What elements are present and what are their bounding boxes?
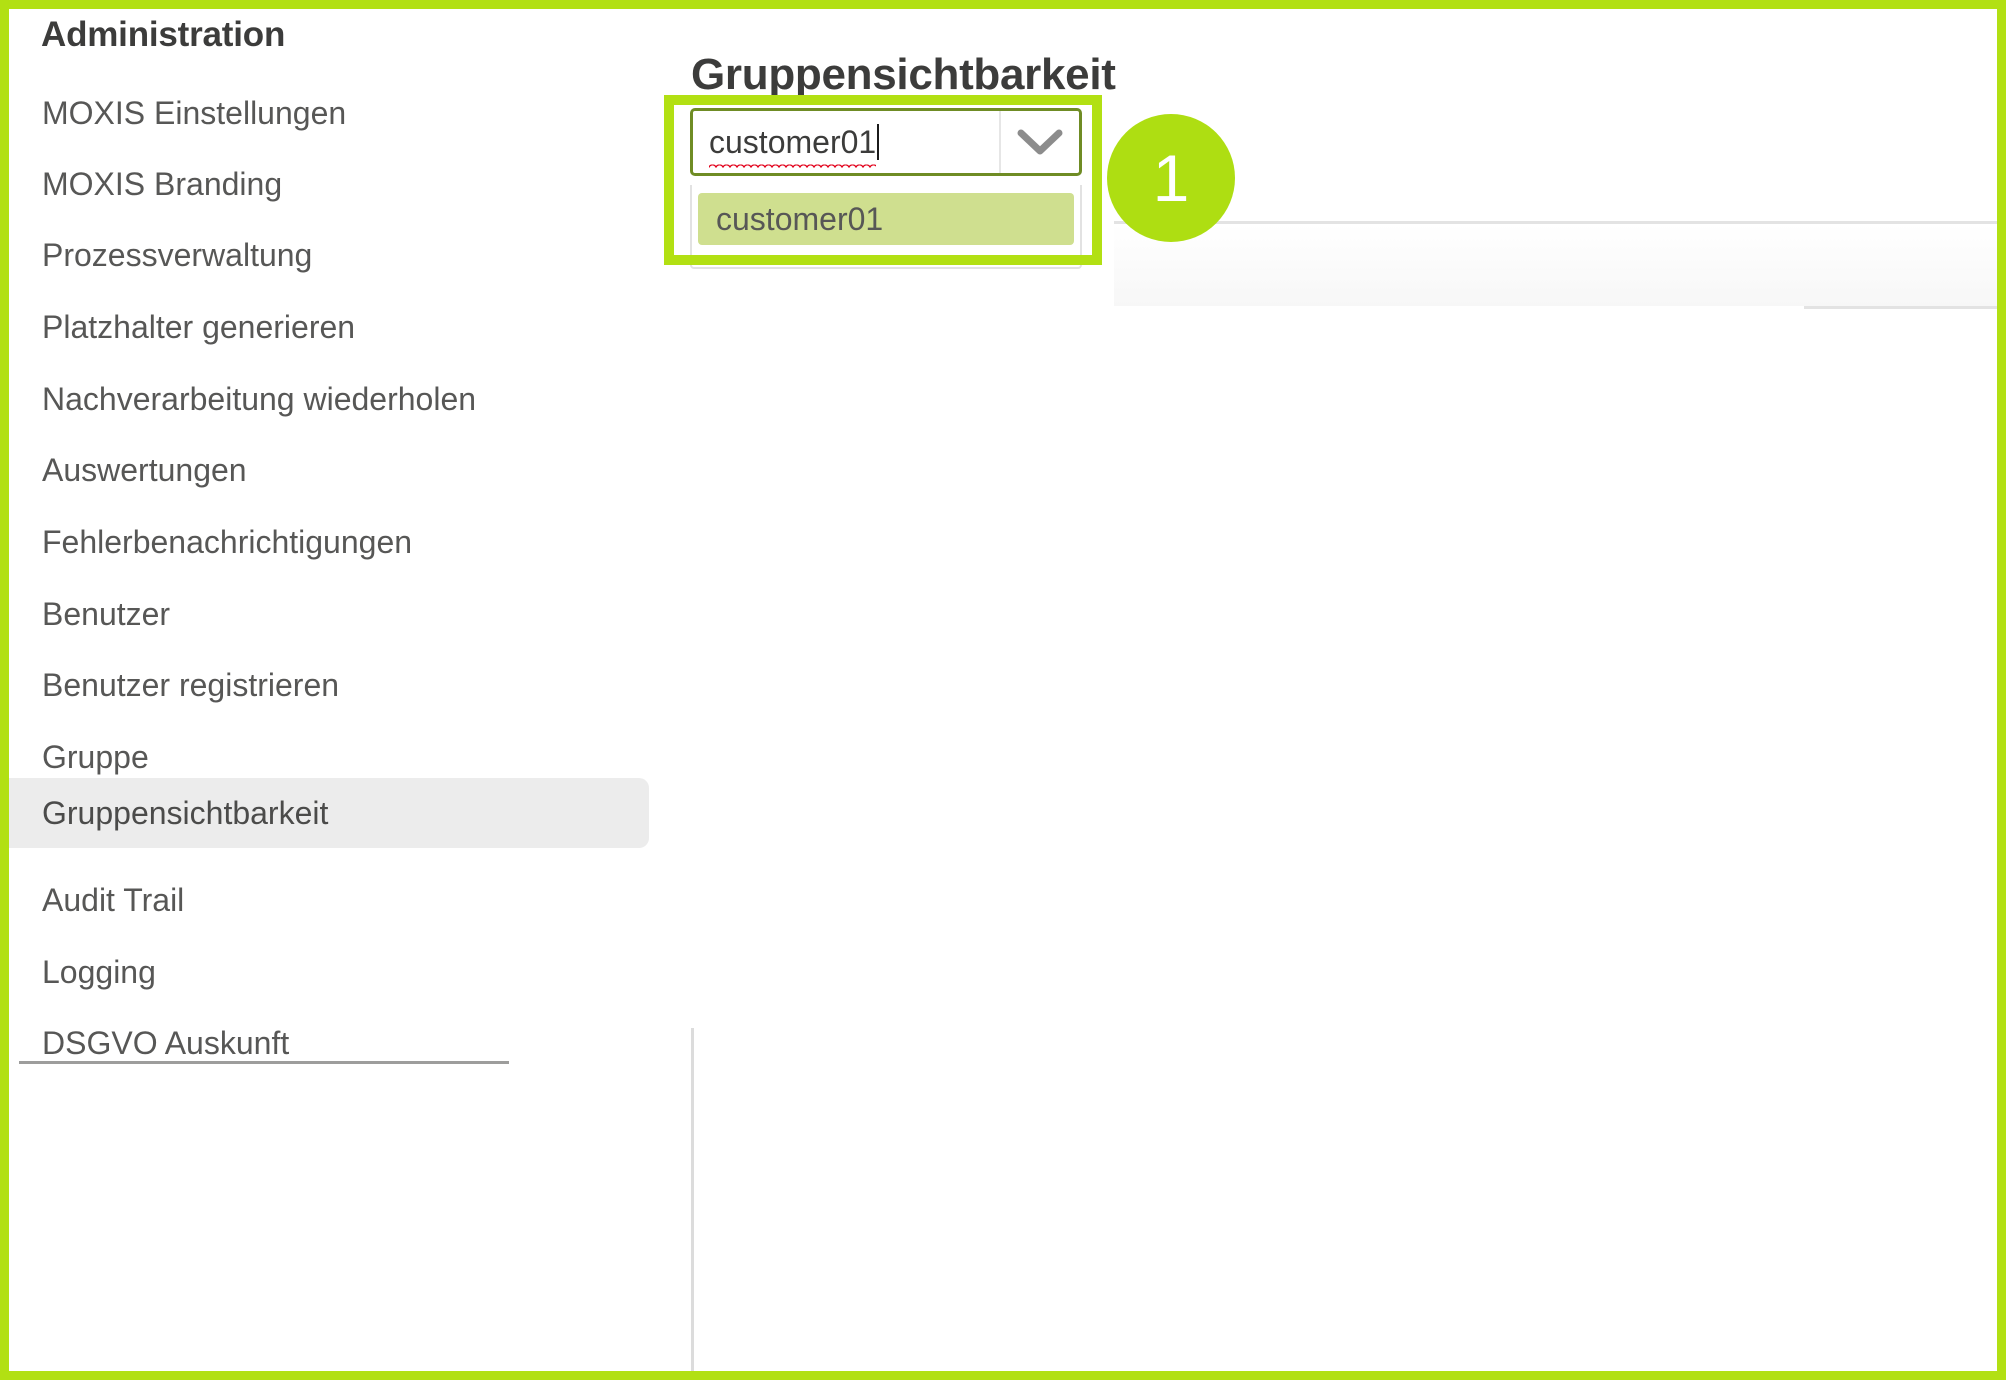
sidebar-item-gruppensichtbarkeit[interactable]: Gruppensichtbarkeit xyxy=(9,778,649,848)
sidebar-item-label: Benutzer registrieren xyxy=(42,666,340,703)
sidebar-item-prozessverwaltung[interactable]: Prozessverwaltung xyxy=(9,224,649,286)
sidebar-item-benutzer[interactable]: Benutzer xyxy=(9,583,649,645)
sidebar-divider xyxy=(19,1061,509,1064)
sidebar-item-logging[interactable]: Logging xyxy=(9,941,649,1003)
sidebar-item-label: Gruppe xyxy=(42,738,149,775)
sidebar-heading: Administration xyxy=(41,15,286,54)
sidebar-item-label: Prozessverwaltung xyxy=(42,236,313,273)
step-number-badge: 1 xyxy=(1107,114,1235,242)
sidebar-navigation: Administration MOXIS Einstellungen MOXIS… xyxy=(9,9,681,1371)
content-vertical-divider xyxy=(691,1028,694,1371)
sidebar-item-audit-trail[interactable]: Audit Trail xyxy=(9,869,649,931)
sidebar-item-dsgvo-auskunft[interactable]: DSGVO Auskunft xyxy=(9,1012,649,1074)
app-window: Administration MOXIS Einstellungen MOXIS… xyxy=(0,0,2006,1380)
sidebar-item-label: MOXIS Branding xyxy=(42,165,283,202)
sidebar-item-label: Audit Trail xyxy=(42,881,185,918)
sidebar-item-label: DSGVO Auskunft xyxy=(42,1024,290,1061)
sidebar-item-auswertungen[interactable]: Auswertungen xyxy=(9,439,649,501)
sidebar-item-moxis-einstellungen[interactable]: MOXIS Einstellungen xyxy=(9,82,649,144)
sidebar-item-platzhalter-generieren[interactable]: Platzhalter generieren xyxy=(9,296,649,358)
sidebar-item-label: Logging xyxy=(42,953,156,990)
sidebar-item-nachverarbeitung-wiederholen[interactable]: Nachverarbeitung wiederholen xyxy=(9,368,649,430)
sidebar-item-fehlerbenachrichtigungen[interactable]: Fehlerbenachrichtigungen xyxy=(9,511,649,573)
sidebar-item-moxis-branding[interactable]: MOXIS Branding xyxy=(9,153,649,215)
step-number-label: 1 xyxy=(1152,141,1190,215)
sidebar-item-label: Fehlerbenachrichtigungen xyxy=(42,523,413,560)
sidebar-item-label: Auswertungen xyxy=(42,451,247,488)
sidebar-item-label: Platzhalter generieren xyxy=(42,308,356,345)
sidebar-item-label: MOXIS Einstellungen xyxy=(42,94,347,131)
sidebar-item-benutzer-registrieren[interactable]: Benutzer registrieren xyxy=(9,654,649,716)
sidebar-item-label: Nachverarbeitung wiederholen xyxy=(42,380,477,417)
callout-highlight-box xyxy=(664,95,1102,265)
page-title: Gruppensichtbarkeit xyxy=(691,50,1116,100)
sidebar-item-label: Gruppensichtbarkeit xyxy=(42,794,329,831)
content-secondary-rule xyxy=(1804,306,1997,309)
sidebar-item-label: Benutzer xyxy=(42,595,171,632)
content-placeholder-band xyxy=(1114,224,1997,306)
